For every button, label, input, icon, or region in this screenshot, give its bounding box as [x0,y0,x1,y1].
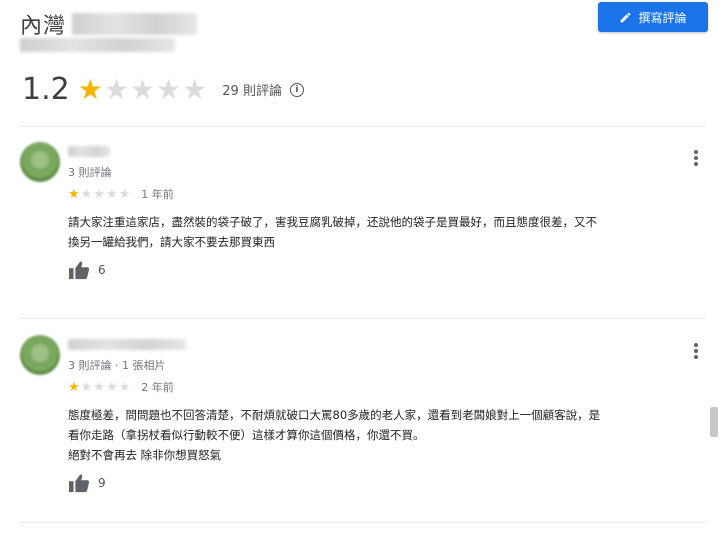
star-empty-icon: ★ [103,73,130,106]
like-count: 9 [98,476,106,490]
write-review-label: 撰寫評論 [638,10,687,25]
more-vert-icon[interactable] [694,150,698,166]
star-filled-icon: ★ [77,73,104,106]
reviewer-name-blurred[interactable] [68,339,186,350]
more-vert-icon[interactable] [694,343,698,359]
review-text: 請大家注重這家店，盡然裝的袋子破了，害我豆腐乳破掉，还說他的袋子是買最好，而且態… [68,212,704,252]
divider [20,318,706,319]
avatar[interactable] [20,142,60,182]
review-stars: ★★★★★ [68,379,132,395]
reviewer-meta: 3 則評論 [68,166,112,179]
review-rating: ★★★★★ 1 年前 [68,186,174,202]
like-count: 6 [98,263,106,277]
review-stars: ★★★★★ [68,186,132,202]
scrollbar-thumb[interactable] [710,407,718,437]
reviewer-meta: 3 則評論 · 1 張相片 [68,359,166,372]
review-rating: ★★★★★ 2 年前 [68,379,174,395]
star-empty-icon: ★ [182,73,209,106]
place-name: 內灣 [20,14,67,39]
review-count[interactable]: 29 則評論 [222,80,282,99]
rating-stars: ★★★★★ [78,73,209,106]
review-text: 態度極差，問問題也不回答清楚，不耐煩就破口大罵80多歲的老人家，還看到老闆娘對上… [68,405,704,465]
like-button[interactable]: 6 [68,260,106,280]
review-text-line: 請大家注重這家店，盡然裝的袋子破了，害我豆腐乳破掉，还說他的袋子是買最好，而且態… [68,215,597,229]
average-rating: 1.2 [22,72,70,107]
like-button[interactable]: 9 [68,473,106,493]
pencil-icon [621,12,631,22]
review-text-line: 態度極差，問問題也不回答清楚，不耐煩就破口大罵80多歲的老人家，還看到老闆娘對上… [68,408,601,422]
avatar[interactable] [20,335,60,375]
review-text-line: 絕對不會再去 除非你想買怒氣 [68,448,222,462]
review-card: 3 則評論 ★★★★★ 1 年前 請大家注重這家店，盡然裝的袋子破了，害我豆腐乳… [20,142,704,292]
divider [20,522,706,523]
review-time: 2 年前 [141,381,174,394]
star-empty-icon: ★ [129,73,157,106]
review-time: 1 年前 [141,188,174,201]
place-name-blurred [72,13,198,35]
place-header: 內灣 [20,8,198,40]
divider [20,126,706,127]
rating-summary: 1.2 ★★★★★ 29 則評論 i [22,72,304,107]
reviewer-name-blurred[interactable] [68,146,110,157]
thumb-up-icon [69,474,90,493]
thumb-up-icon [69,261,90,280]
review-card: 3 則評論 · 1 張相片 ★★★★★ 2 年前 態度極差，問問題也不回答清楚，… [20,335,704,505]
review-text-line: 換另一罐給我們，請大家不要去那買東西 [68,235,275,249]
star-empty-icon: ★ [156,73,183,106]
review-text-line: 看你走路（拿拐杖看似行動較不便）這樣才算你這個價格，你還不買。 [68,428,425,442]
info-icon[interactable]: i [289,82,304,97]
place-subtitle-blurred [20,38,175,52]
write-review-button[interactable]: 撰寫評論 [598,2,708,32]
